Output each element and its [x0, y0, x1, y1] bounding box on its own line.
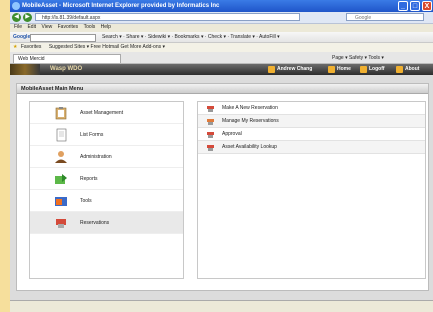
menu-asset-management[interactable]: Asset Management — [30, 102, 183, 124]
menu-edit[interactable]: Edit — [27, 24, 36, 30]
user-link[interactable]: Andrew Chang — [268, 66, 312, 73]
menu-list-forms[interactable]: List Forms — [30, 124, 183, 146]
reservation-icon — [207, 119, 214, 125]
brand-title: Wasp WDO — [50, 66, 83, 72]
home-link[interactable]: Home — [328, 66, 351, 73]
app-header: Wasp WDO Andrew Chang Home Logoff About — [10, 64, 433, 75]
google-toolbar: Google Search ▾ · Share ▾ · Sidewiki ▾ ·… — [10, 32, 433, 43]
menu-file[interactable]: File — [14, 24, 22, 30]
ie-logo-icon — [12, 2, 20, 10]
address-row: ◀ ▶ http://ls.81.39/default.aspx Google — [10, 12, 433, 24]
page-content: MobileAsset Main Menu Asset Management L… — [10, 75, 433, 300]
menu-label: Asset Management — [80, 110, 124, 116]
option-label: Approval — [222, 131, 242, 137]
option-make-new-reservation[interactable]: Make A New Reservation — [198, 102, 425, 115]
category-list: Asset Management List Forms Administrati… — [29, 101, 184, 279]
search-box[interactable]: Google — [346, 13, 424, 21]
window-title: MobileAsset - Microsoft Internet Explore… — [22, 3, 220, 9]
address-field[interactable]: http://ls.81.39/default.aspx — [35, 13, 300, 21]
logoff-link[interactable]: Logoff — [360, 66, 385, 73]
menu-reservations[interactable]: Reservations — [30, 212, 183, 234]
minimize-button[interactable]: _ — [398, 1, 408, 11]
menu-label: List Forms — [80, 132, 104, 138]
google-toolbar-items[interactable]: Search ▾ · Share ▾ · Sidewiki ▾ · Bookma… — [102, 32, 280, 42]
reservation-icon — [207, 106, 214, 112]
browser-window: MobileAsset - Microsoft Internet Explore… — [10, 0, 433, 312]
document-icon — [56, 128, 67, 142]
option-label: Asset Availability Lookup — [222, 144, 277, 150]
reservation-options: Make A New Reservation Manage My Reserva… — [197, 101, 426, 279]
maximize-button[interactable]: □ — [410, 1, 420, 11]
menu-favorites[interactable]: Favorites — [58, 24, 79, 30]
option-manage-reservations[interactable]: Manage My Reservations — [198, 115, 425, 128]
star-icon: ★ — [13, 44, 18, 50]
tools-icon — [55, 197, 67, 206]
option-label: Manage My Reservations — [222, 118, 279, 124]
menu-bar: File Edit View Favorites Tools Help — [10, 24, 433, 31]
reservation-icon — [207, 132, 214, 138]
forward-button[interactable]: ▶ — [23, 13, 32, 22]
brand-image — [10, 64, 40, 75]
google-search-input[interactable] — [30, 34, 96, 42]
google-label: Google — [13, 34, 31, 40]
command-bar[interactable]: Page ▾ Safety ▾ Tools ▾ — [332, 54, 384, 62]
menu-label: Tools — [80, 198, 92, 204]
menu-administration[interactable]: Administration — [30, 146, 183, 168]
menu-label: Reports — [80, 176, 98, 182]
tab-row: Web Mercid Page ▾ Safety ▾ Tools ▾ — [10, 52, 433, 64]
menu-reports[interactable]: Reports — [30, 168, 183, 190]
tab-web-mercid[interactable]: Web Mercid — [13, 54, 121, 63]
reservation-icon — [207, 145, 214, 151]
clipboard-icon — [55, 107, 67, 120]
favorites-bar: ★ Favorites Suggested Sites ▾ Free Hotma… — [10, 43, 433, 52]
menu-help[interactable]: Help — [101, 24, 111, 30]
status-bar — [10, 300, 433, 312]
about-link[interactable]: About — [396, 66, 419, 73]
menu-view[interactable]: View — [41, 24, 52, 30]
back-button[interactable]: ◀ — [12, 13, 21, 22]
user-icon — [55, 151, 67, 163]
option-asset-availability[interactable]: Asset Availability Lookup — [198, 141, 425, 154]
favorites-links[interactable]: Suggested Sites ▾ Free Hotmail Get More … — [49, 44, 165, 50]
menu-label: Administration — [80, 154, 112, 160]
panel-title: MobileAsset Main Menu — [17, 84, 428, 94]
menu-tools-item[interactable]: Tools — [30, 190, 183, 212]
reports-icon — [55, 174, 67, 184]
menu-tools[interactable]: Tools — [84, 24, 96, 30]
main-menu-panel: MobileAsset Main Menu Asset Management L… — [16, 83, 429, 291]
option-approval[interactable]: Approval — [198, 128, 425, 141]
menu-label: Reservations — [80, 220, 110, 226]
close-button[interactable]: X — [422, 1, 432, 11]
reservations-icon — [56, 219, 66, 228]
title-bar: MobileAsset - Microsoft Internet Explore… — [10, 0, 433, 12]
option-label: Make A New Reservation — [222, 105, 278, 111]
favorites-label[interactable]: Favorites — [21, 44, 42, 50]
